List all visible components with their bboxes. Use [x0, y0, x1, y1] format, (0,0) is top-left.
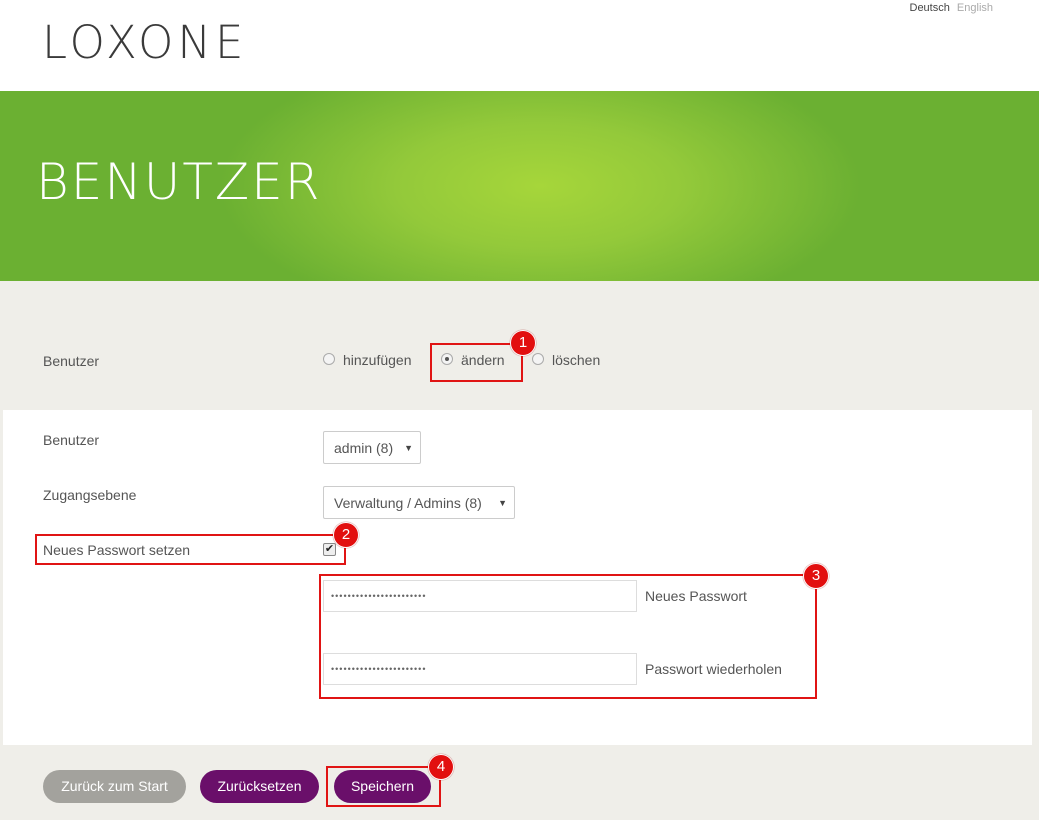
- annotation-box-4: [326, 766, 441, 807]
- annotation-badge-2: 2: [333, 522, 359, 548]
- page-title: BENUTZER: [36, 153, 322, 211]
- back-to-start-button[interactable]: Zurück zum Start: [43, 770, 186, 803]
- header: LOXONE Deutsch English: [0, 0, 1039, 91]
- user-label: Benutzer: [43, 432, 100, 448]
- reset-button[interactable]: Zurücksetzen: [200, 770, 319, 803]
- access-level-label: Zugangsebene: [43, 487, 137, 503]
- annotation-box-3: [319, 574, 817, 699]
- radio-button-icon[interactable]: [532, 353, 544, 366]
- annotation-box-1: [430, 343, 523, 382]
- annotation-badge-1: 1: [510, 330, 536, 356]
- page-banner: BENUTZER: [0, 91, 1039, 281]
- access-level-select[interactable]: Verwaltung / Admins (8) ▼: [323, 486, 515, 519]
- annotation-badge-4: 4: [428, 754, 454, 780]
- language-english[interactable]: English: [957, 2, 993, 14]
- loxone-logo[interactable]: LOXONE: [42, 20, 247, 65]
- language-switcher: Deutsch English: [910, 2, 994, 14]
- chevron-down-icon: ▼: [498, 498, 507, 508]
- chevron-down-icon: ▼: [404, 443, 413, 453]
- radio-hinzufuegen[interactable]: hinzufügen: [323, 352, 412, 368]
- user-select[interactable]: admin (8) ▼: [323, 431, 421, 464]
- radio-button-icon[interactable]: [323, 353, 335, 366]
- radio-loeschen[interactable]: löschen: [532, 352, 600, 368]
- annotation-box-2: [35, 534, 346, 565]
- mode-label: Benutzer: [43, 353, 100, 369]
- language-deutsch[interactable]: Deutsch: [910, 2, 950, 14]
- annotation-badge-3: 3: [803, 563, 829, 589]
